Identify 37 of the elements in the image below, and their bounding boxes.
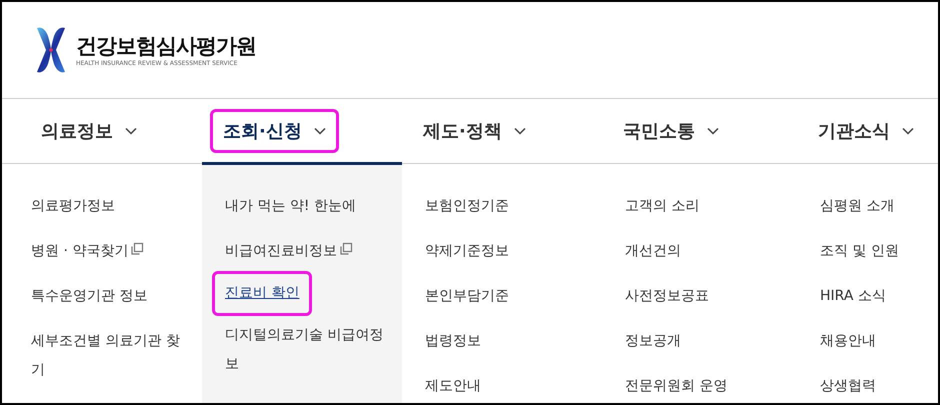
menu-link[interactable]: HIRA 소식	[807, 279, 899, 314]
menu-link[interactable]: 심평원 소개	[807, 189, 908, 224]
chevron-down-icon	[514, 127, 526, 135]
menu-link[interactable]: 병원 · 약국찾기	[18, 234, 158, 269]
chevron-down-icon	[125, 127, 137, 135]
nav-tab[interactable]: 의료정보	[28, 109, 150, 153]
menu-link[interactable]: 비급여진료비정보	[212, 234, 366, 269]
menu-link[interactable]: 개선건의	[612, 234, 694, 269]
menu-link[interactable]: 진료비 확인	[212, 271, 312, 316]
logo-title: 건강보험심사평가원	[76, 32, 256, 58]
new-window-icon	[130, 242, 144, 256]
menu-link[interactable]: 조직 및 인원	[807, 234, 912, 269]
menu-link[interactable]: 정보공개	[612, 324, 694, 359]
chevron-down-icon	[314, 127, 326, 135]
menu-link[interactable]: 제도안내	[412, 369, 494, 403]
menu-link[interactable]: 사전정보공표	[612, 279, 722, 314]
menu-link[interactable]: 세부조건별 의료기관 찾기	[18, 324, 203, 388]
menu-link[interactable]: 법령정보	[412, 324, 494, 359]
menu-link[interactable]: 특수운영기관 정보	[18, 279, 160, 314]
menu-link[interactable]: 전문위원회 운영	[612, 369, 740, 403]
nav-tab[interactable]: 국민소통	[610, 109, 732, 153]
logo-icon	[34, 26, 68, 74]
new-window-icon	[339, 242, 353, 256]
menu-link[interactable]: 보험인정기준	[412, 189, 522, 224]
nav-tab[interactable]: 조회·신청	[210, 109, 339, 153]
chevron-down-icon	[707, 127, 719, 135]
chevron-down-icon	[902, 127, 914, 135]
menu-link[interactable]: 상생협력	[807, 369, 889, 403]
menu-link[interactable]: 내가 먹는 약! 한눈에	[212, 189, 369, 224]
menu-link[interactable]: 채용안내	[807, 324, 889, 359]
nav-tab[interactable]: 기관소식	[805, 109, 927, 153]
nav-tab[interactable]: 제도·정책	[410, 109, 539, 153]
menu-link[interactable]: 디지털의료기술 비급여정보	[212, 318, 397, 382]
menu-link[interactable]: 고객의 소리	[612, 189, 712, 224]
menu-link[interactable]: 약제기준정보	[412, 234, 522, 269]
menu-link[interactable]: 의료평가정보	[18, 189, 128, 224]
menu-link[interactable]: 본인부담기준	[412, 279, 522, 314]
